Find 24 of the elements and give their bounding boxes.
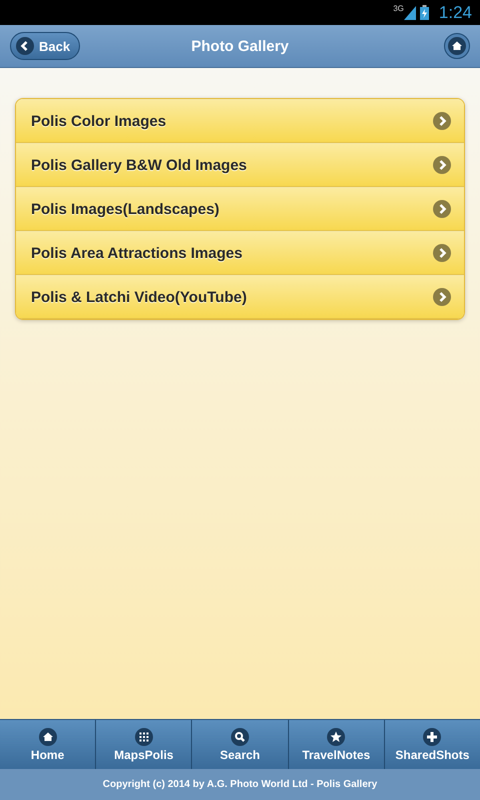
home-icon [38,728,57,746]
page-title: Photo Gallery [191,38,289,54]
chevron-right-icon [433,244,451,262]
search-icon [231,728,249,746]
home-icon [448,37,466,55]
menu-item[interactable]: Polis Color Images [16,99,464,143]
chevron-right-icon [433,288,451,306]
chevron-right-icon [433,156,451,174]
chevron-right-icon [433,112,451,130]
menu-item[interactable]: Polis & Latchi Video(YouTube) [16,275,464,319]
signal-icon [404,6,416,20]
menu-item[interactable]: Polis Gallery B&W Old Images [16,143,464,187]
copyright-text: Copyright (c) 2014 by A.G. Photo World Ltd - Polis Gallery [102,779,378,790]
chevron-right-icon [433,200,451,218]
home-button[interactable] [444,33,470,59]
network-label: 3G [393,4,404,13]
clock-time: 1:24 [438,2,472,22]
grid-icon [134,728,153,746]
menu-item[interactable]: Polis Images(Landscapes) [16,187,464,231]
chevron-left-icon [16,37,34,55]
back-button[interactable]: Back [10,32,80,60]
plus-icon [423,728,442,746]
battery-icon [420,5,429,20]
menu-item[interactable]: Polis Area Attractions Images [16,231,464,275]
